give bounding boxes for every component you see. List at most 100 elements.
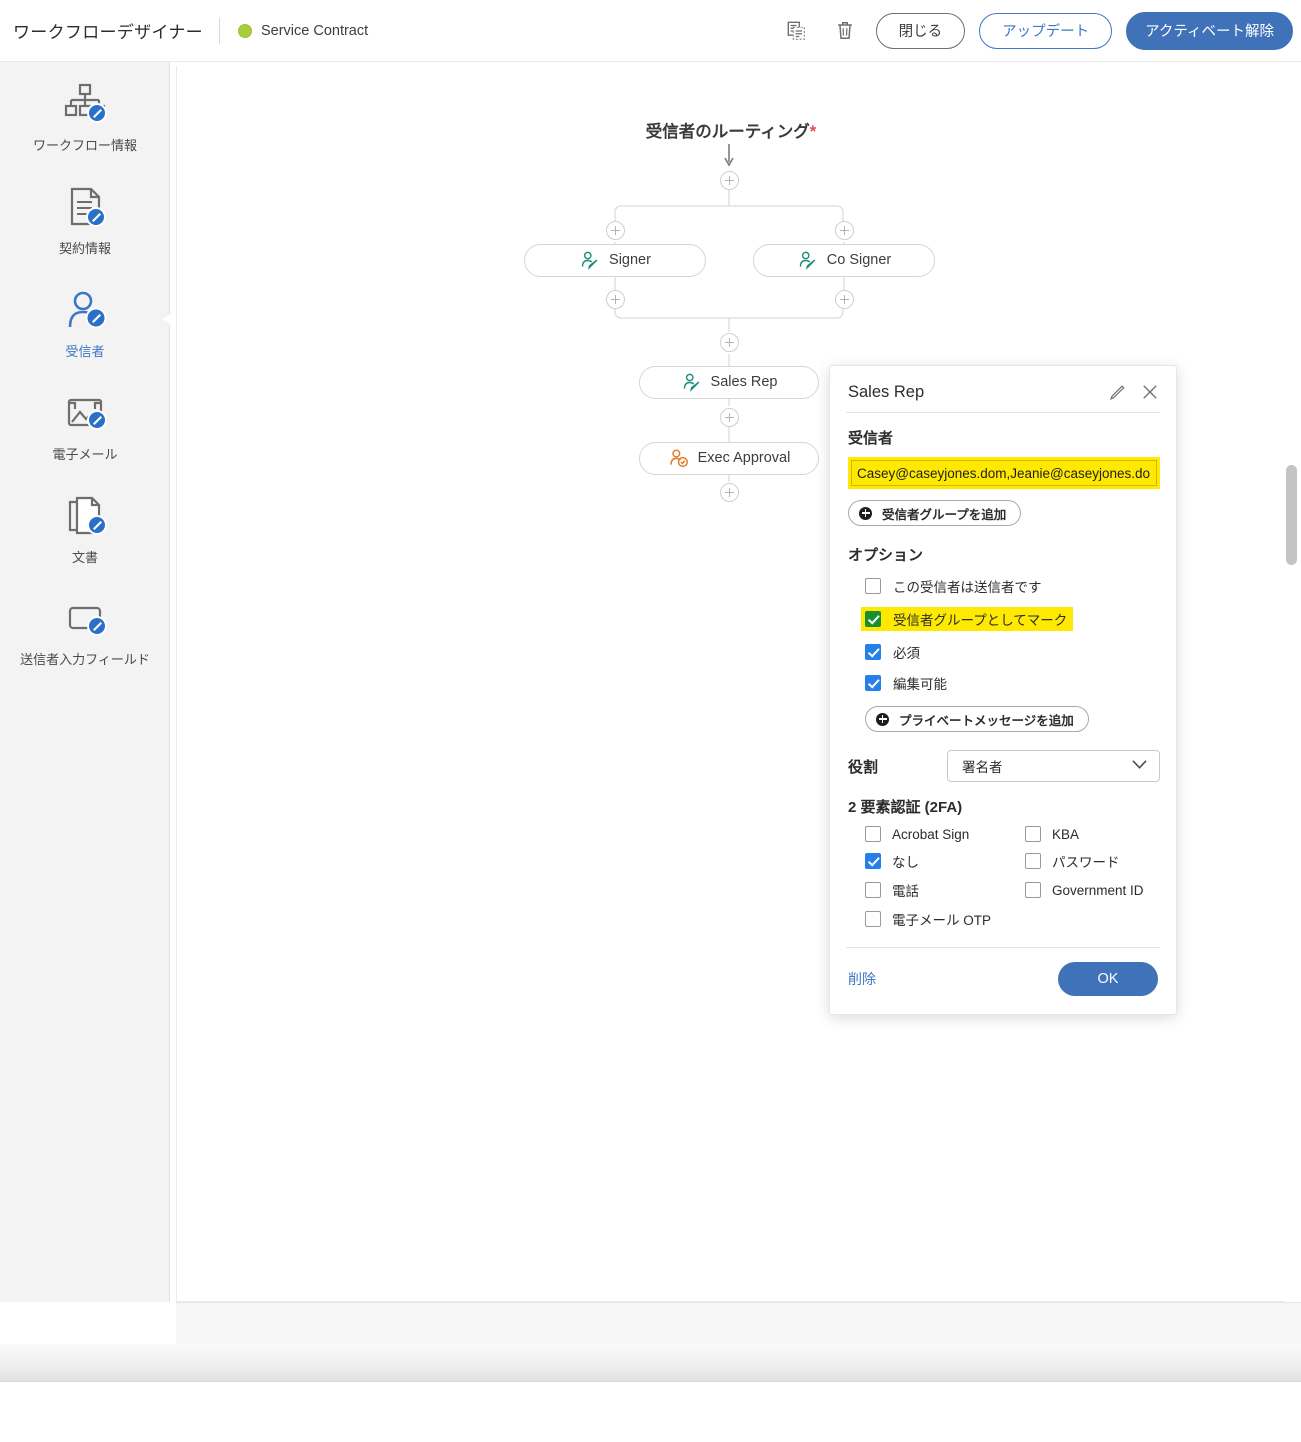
sidebar-item-label: 電子メール <box>52 446 118 462</box>
checkbox-phone[interactable] <box>865 882 881 898</box>
top-toolbar: ワークフローデザイナー Service Contract 閉じる アップデート … <box>0 0 1301 62</box>
page-bottom-shadow <box>0 1344 1301 1382</box>
add-step-button-left-below[interactable] <box>606 290 625 309</box>
toolbar-divider <box>218 17 220 44</box>
panel-body: 受信者 受信者グループを追加 オプション この受信者は送信者です 受信者グループ… <box>830 413 1176 929</box>
deactivate-button[interactable]: アクティベート解除 <box>1126 11 1293 50</box>
sidebar-item-recipients[interactable]: 受信者 <box>0 268 170 371</box>
twofa-option-label: Government ID <box>1052 882 1144 898</box>
add-recipient-group-button[interactable]: 受信者グループを追加 <box>848 500 1022 526</box>
add-recipient-group-label: 受信者グループを追加 <box>882 507 1007 522</box>
checkbox-kba[interactable] <box>1025 826 1041 842</box>
add-step-button-right-above[interactable] <box>835 221 854 240</box>
close-icon[interactable] <box>1140 382 1160 402</box>
sidebar-item-label: 送信者入力フィールド <box>20 652 150 668</box>
option-row-required[interactable]: 必須 <box>848 642 1160 662</box>
checkbox-password[interactable] <box>1025 853 1041 869</box>
flow-node-co-signer[interactable]: Co Signer <box>753 244 935 277</box>
add-step-button-left-above[interactable] <box>606 221 625 240</box>
document-edit-icon <box>61 181 109 233</box>
flow-node-sales-rep[interactable]: Sales Rep <box>639 366 819 399</box>
recipient-email-input[interactable] <box>851 460 1157 486</box>
vertical-scrollbar-track[interactable] <box>1284 66 1298 1302</box>
trash-icon <box>837 21 852 40</box>
plus-circle-icon <box>876 712 889 726</box>
role-select[interactable]: 署名者 <box>947 750 1160 782</box>
signer-icon <box>799 251 816 270</box>
sidebar-item-workflow-info[interactable]: ワークフロー情報 <box>0 62 170 165</box>
sidebar-item-email[interactable]: 電子メール <box>0 371 170 474</box>
checkbox-mark-as-group[interactable] <box>865 611 881 627</box>
checkbox-government-id[interactable] <box>1025 882 1041 898</box>
panel-title: Sales Rep <box>848 382 925 401</box>
option-label: 編集可能 <box>893 677 947 692</box>
flow-node-exec-approval[interactable]: Exec Approval <box>639 442 819 475</box>
twofa-option-label: Acrobat Sign <box>892 826 970 842</box>
vertical-scrollbar-thumb[interactable] <box>1286 465 1297 565</box>
sidebar-item-documents[interactable]: 文書 <box>0 474 170 577</box>
twofa-option-email-otp[interactable]: 電子メール OTP <box>865 909 1025 929</box>
twofa-option-label: パスワード <box>1052 855 1120 870</box>
option-label: 受信者グループとしてマーク <box>893 613 1068 628</box>
sidebar-item-sender-input-fields[interactable]: 送信者入力フィールド <box>0 576 170 679</box>
twofa-option-none[interactable]: なし <box>865 851 1025 871</box>
plus-circle-icon <box>859 506 872 520</box>
add-step-button-bottom[interactable] <box>720 483 739 502</box>
org-chart-edit-icon <box>61 78 109 130</box>
option-row-mark-as-group[interactable]: 受信者グループとしてマーク <box>861 607 1074 631</box>
option-row-is-sender[interactable]: この受信者は送信者です <box>848 576 1160 596</box>
sidebar-item-label: 契約情報 <box>58 240 111 256</box>
close-button[interactable]: 閉じる <box>875 12 966 49</box>
panel-footer: 削除 OK <box>830 948 1176 1014</box>
update-button[interactable]: アップデート <box>979 12 1113 49</box>
flow-node-label: Sales Rep <box>710 374 778 391</box>
add-private-message-button[interactable]: プライベートメッセージを追加 <box>865 706 1089 732</box>
signer-icon <box>581 251 598 270</box>
checkbox-acrobat-sign[interactable] <box>865 826 881 842</box>
delete-workflow-button[interactable] <box>828 14 862 48</box>
signer-icon <box>683 373 699 392</box>
twofa-option-phone[interactable]: 電話 <box>865 880 1025 900</box>
toolbar-actions: 閉じる アップデート アクティベート解除 <box>780 11 1301 50</box>
delete-recipient-link[interactable]: 削除 <box>848 969 876 989</box>
recipient-section-label: 受信者 <box>848 430 894 447</box>
twofa-option-acrobat-sign[interactable]: Acrobat Sign <box>865 826 1025 842</box>
flow-node-label: Signer <box>609 252 651 269</box>
active-indicator-notch <box>159 308 171 330</box>
twofa-option-password[interactable]: パスワード <box>1025 851 1160 871</box>
email-image-edit-icon <box>61 387 109 439</box>
document-name: Service Contract <box>260 22 369 39</box>
pencil-icon[interactable] <box>1107 383 1126 402</box>
twofa-option-label: 電子メール OTP <box>892 913 992 928</box>
ok-button[interactable]: OK <box>1058 962 1158 996</box>
checkbox-email-otp[interactable] <box>865 911 881 927</box>
twofa-option-government-id[interactable]: Government ID <box>1025 880 1160 900</box>
option-row-editable[interactable]: 編集可能 <box>848 673 1160 693</box>
add-private-message-label: プライベートメッセージを追加 <box>899 713 1074 728</box>
sidebar-item-label: ワークフロー情報 <box>32 138 137 153</box>
add-step-button-right-below[interactable] <box>835 290 854 309</box>
flow-node-signer[interactable]: Signer <box>524 244 706 277</box>
add-step-button-after-salesrep[interactable] <box>720 408 739 427</box>
recipient-properties-panel: Sales Rep 受信者 受信者グループを追加 オプション <box>829 365 1177 1015</box>
sidebar-item-label: 受信者 <box>65 343 105 359</box>
left-sidebar: ワークフロー情報 契約情報 受信者 電子メール 文書 送信者入力フィールド <box>0 62 170 1302</box>
duplicate-icon <box>787 21 805 40</box>
add-step-button-after-branch[interactable] <box>720 333 739 352</box>
twofa-option-kba[interactable]: KBA <box>1025 826 1160 842</box>
twofa-grid-spacer <box>1025 909 1160 929</box>
twofa-option-label: 電話 <box>892 884 919 899</box>
sidebar-item-label: 文書 <box>71 549 98 565</box>
options-label: オプション <box>848 547 924 564</box>
checkbox-none[interactable] <box>865 853 881 869</box>
sidebar-item-agreement-info[interactable]: 契約情報 <box>0 165 170 268</box>
duplicate-button[interactable] <box>780 14 814 48</box>
workflow-designer-app: ワークフローデザイナー Service Contract 閉じる アップデート … <box>0 0 1301 1442</box>
role-label: 役割 <box>848 758 879 776</box>
add-step-button-top[interactable] <box>720 171 739 190</box>
checkbox-is-sender[interactable] <box>865 578 881 594</box>
chevron-down-icon <box>1130 758 1149 774</box>
checkbox-editable[interactable] <box>865 675 881 691</box>
checkbox-required[interactable] <box>865 644 881 660</box>
option-label: この受信者は送信者です <box>893 580 1042 595</box>
